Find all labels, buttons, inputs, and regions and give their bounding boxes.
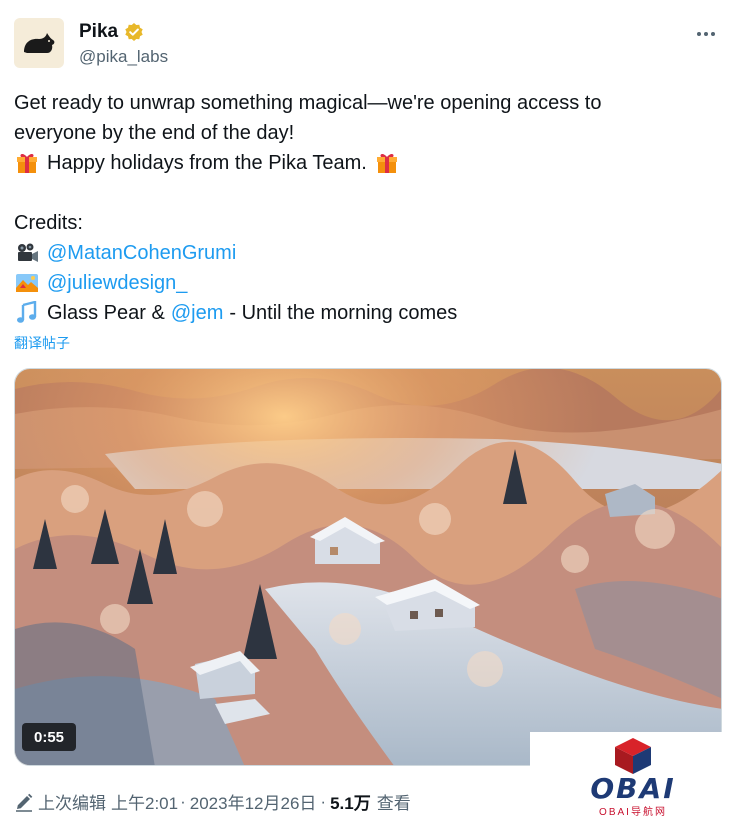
tweet-meta-row: 上次编辑 上午2:01 · 2023年12月26日 · 5.1万 查看 [14, 789, 411, 814]
edit-pencil-icon[interactable] [14, 792, 34, 812]
credit-music-suffix: - Until the morning comes [229, 302, 458, 324]
obai-cube-logo-icon [611, 736, 655, 776]
meta-separator: · [180, 791, 186, 811]
video-player[interactable] [14, 368, 722, 766]
watermark-brand: OBAI [590, 772, 676, 805]
obai-watermark: OBAI OBAI导航网 [530, 732, 736, 822]
movie-camera-icon [14, 241, 40, 265]
art-picture-icon [14, 271, 40, 295]
views-label: 查看 [376, 794, 411, 813]
avatar[interactable] [14, 18, 64, 68]
credits-label: Credits: [14, 212, 83, 234]
gift-icon [374, 151, 400, 175]
tweet-line: everyone by the end of the day! [14, 122, 295, 144]
credit-link-matan[interactable]: @MatanCohenGrumi [47, 238, 236, 268]
tweet-line: Get ready to unwrap something magical—we… [14, 92, 602, 114]
tweet-card: Pika @pika_labs Get ready to unwrap some… [0, 0, 736, 822]
pika-logo-icon [24, 33, 55, 53]
gift-icon [14, 151, 40, 175]
tweet-line-holidays: Happy holidays from the Pika Team. [14, 148, 714, 178]
video-thumbnail [15, 369, 721, 765]
edited-label[interactable]: 上次编辑 [38, 789, 106, 814]
music-notes-icon [14, 301, 40, 325]
credit-link-julie[interactable]: @juliewdesign_ [47, 268, 187, 298]
author-handle[interactable]: @pika_labs [79, 47, 168, 67]
post-time[interactable]: 上午2:01 [111, 789, 178, 814]
watermark-subtitle: OBAI导航网 [599, 807, 667, 818]
verified-badge-icon[interactable] [124, 22, 144, 42]
translate-post-link[interactable]: 翻译帖子 [14, 333, 70, 353]
credit-music-prefix: Glass Pear & [47, 302, 165, 324]
video-duration-badge: 0:55 [22, 723, 77, 751]
author-name-row: Pika [79, 21, 144, 43]
author-display-name[interactable]: Pika [79, 21, 118, 43]
holidays-text: Happy holidays from the Pika Team. [47, 152, 367, 174]
post-date[interactable]: 2023年12月26日 [190, 789, 317, 814]
credit-link-jem[interactable]: @jem [171, 298, 224, 328]
tweet-text: Get ready to unwrap something magical—we… [14, 88, 714, 328]
credit-line-3: Glass Pear & @jem - Until the morning co… [14, 298, 714, 328]
more-horizontal-icon[interactable] [694, 22, 718, 46]
credit-line-2: @juliewdesign_ [14, 268, 714, 298]
meta-separator: · [320, 791, 327, 811]
views-count: 5.1万 [330, 794, 371, 813]
credit-line-1: @MatanCohenGrumi [14, 238, 714, 268]
